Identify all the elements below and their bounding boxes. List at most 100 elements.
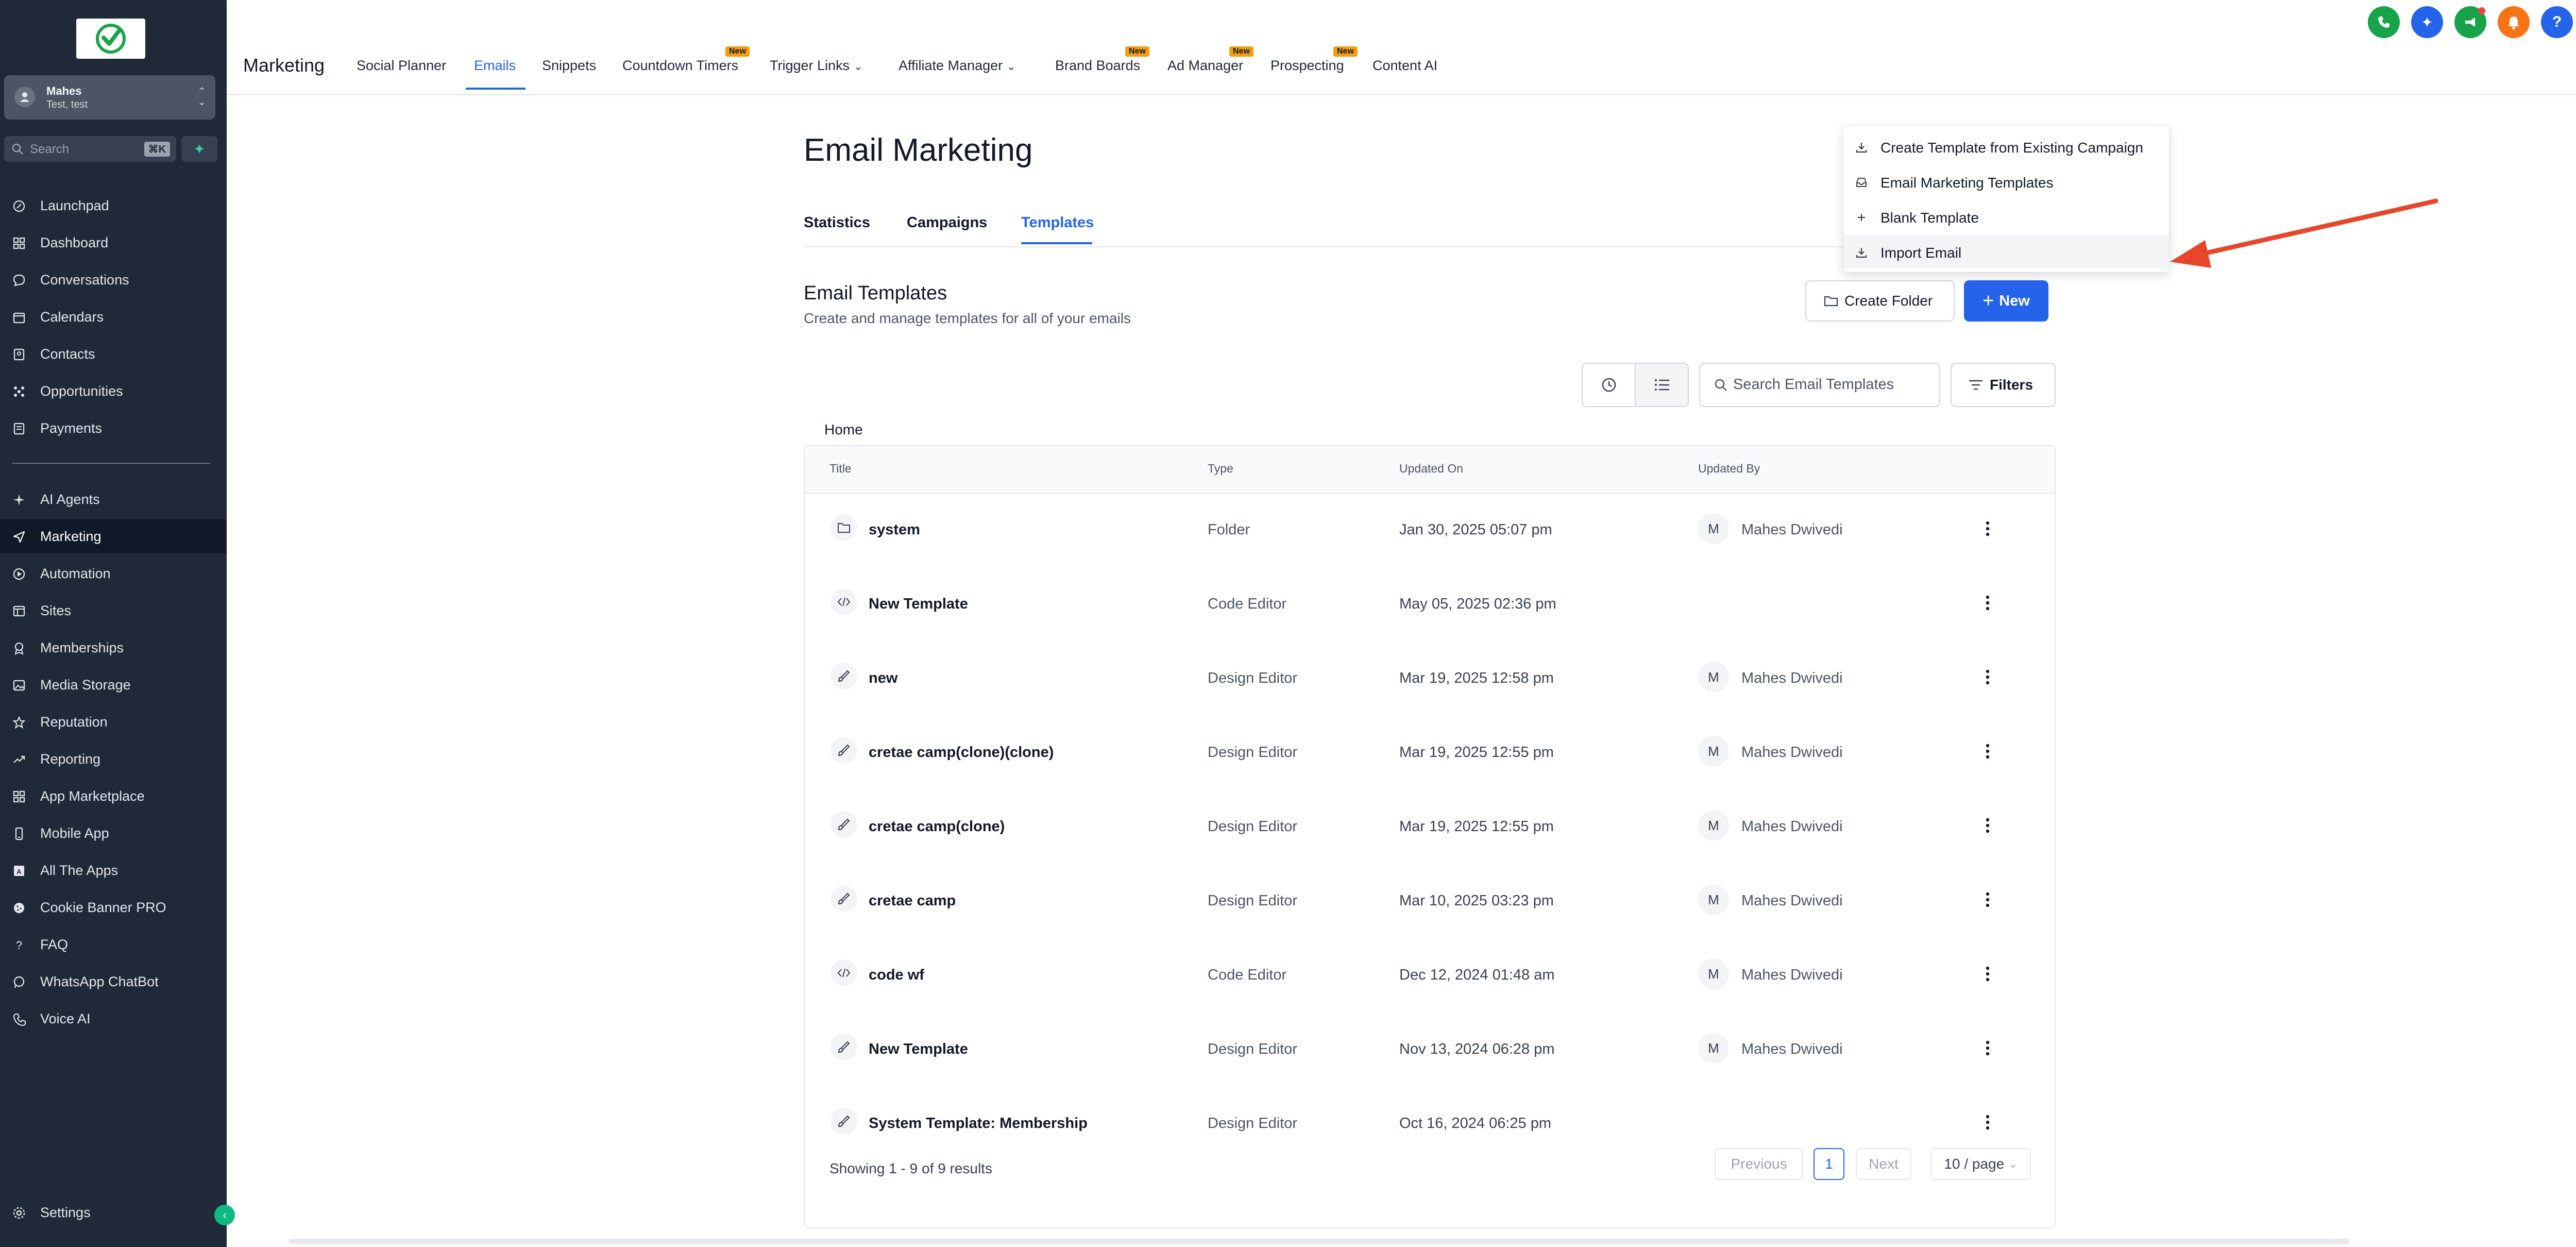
sidebar-item-settings[interactable]: Settings bbox=[0, 1195, 227, 1229]
column-updated-on[interactable]: Updated On bbox=[1399, 462, 1463, 476]
more-vertical-icon[interactable] bbox=[1977, 1111, 1998, 1134]
row-title[interactable]: cretae camp(clone) bbox=[869, 818, 1005, 835]
ai-assistant-button[interactable]: ✦ bbox=[2411, 6, 2443, 38]
sidebar-item-media-storage[interactable]: Media Storage bbox=[0, 668, 227, 702]
more-vertical-icon[interactable] bbox=[1977, 666, 1998, 688]
nav-countdown-timers[interactable]: Countdown Timers bbox=[622, 58, 738, 74]
row-title[interactable]: new bbox=[869, 670, 897, 687]
nav-emails[interactable]: Emails bbox=[474, 58, 516, 74]
sidebar-item-app-marketplace[interactable]: App Marketplace bbox=[0, 779, 227, 813]
template-search-input[interactable]: Search Email Templates bbox=[1699, 363, 1940, 407]
sidebar-item-conversations[interactable]: Conversations bbox=[0, 263, 227, 297]
row-title[interactable]: New Template bbox=[869, 596, 968, 613]
list-view-button[interactable] bbox=[1635, 364, 1688, 406]
more-vertical-icon[interactable] bbox=[1977, 1037, 1998, 1059]
sidebar-item-faq[interactable]: ? FAQ bbox=[0, 928, 227, 962]
row-title[interactable]: code wf bbox=[869, 967, 924, 984]
new-template-dropdown: Create Template from Existing Campaign E… bbox=[1843, 126, 2169, 272]
nav-social-planner[interactable]: Social Planner bbox=[357, 58, 446, 74]
table-row[interactable]: system Folder Jan 30, 2025 05:07 pm M Mah… bbox=[805, 494, 2055, 569]
tab-campaigns[interactable]: Campaigns bbox=[907, 214, 987, 231]
sidebar-search-placeholder: Search bbox=[30, 142, 70, 156]
table-row[interactable]: code wf Code Editor Dec 12, 2024 01:48 a… bbox=[805, 939, 2055, 1014]
company-logo[interactable] bbox=[76, 19, 145, 59]
dropdown-blank-template[interactable]: Blank Template bbox=[1843, 200, 2169, 234]
more-vertical-icon[interactable] bbox=[1977, 592, 1998, 614]
dropdown-import-email[interactable]: Import Email bbox=[1843, 235, 2169, 269]
sidebar-item-label: All The Apps bbox=[40, 862, 118, 878]
sidebar-item-dashboard[interactable]: Dashboard bbox=[0, 226, 227, 260]
announcements-button[interactable] bbox=[2454, 6, 2486, 38]
table-row[interactable]: new Design Editor Mar 19, 2025 12:58 pm M… bbox=[805, 642, 2055, 717]
help-button[interactable]: ? bbox=[2541, 6, 2573, 38]
account-switcher[interactable]: Mahes Test, test ⌃ ⌄ bbox=[4, 75, 215, 120]
page-number-button[interactable]: 1 bbox=[1814, 1148, 1844, 1180]
ai-sparkle-button[interactable]: ✦ bbox=[181, 136, 217, 162]
create-folder-button[interactable]: Create Folder bbox=[1805, 280, 1955, 322]
nav-ad-manager[interactable]: Ad Manager bbox=[1167, 58, 1243, 74]
sidebar-item-sites[interactable]: Sites bbox=[0, 594, 227, 628]
row-title[interactable]: New Template bbox=[869, 1041, 968, 1058]
folder-icon bbox=[1824, 296, 1838, 307]
tab-templates[interactable]: Templates bbox=[1021, 214, 1094, 231]
sidebar-item-launchpad[interactable]: Launchpad bbox=[0, 189, 227, 223]
new-button[interactable]: + New bbox=[1964, 280, 2048, 322]
previous-page-button[interactable]: Previous bbox=[1715, 1148, 1803, 1180]
sidebar-item-reputation[interactable]: Reputation bbox=[0, 705, 227, 739]
breadcrumb[interactable]: Home bbox=[824, 422, 863, 438]
sidebar-item-label: Dashboard bbox=[40, 234, 109, 250]
table-row[interactable]: New Template Code Editor May 05, 2025 02… bbox=[805, 568, 2055, 643]
sidebar-item-all-the-apps[interactable]: A All The Apps bbox=[0, 853, 227, 887]
table-row[interactable]: New Template Design Editor Nov 13, 2024 … bbox=[805, 1013, 2055, 1088]
sidebar-search-input[interactable]: Search ⌘K bbox=[4, 136, 176, 162]
more-vertical-icon[interactable] bbox=[1977, 888, 1998, 911]
row-title[interactable]: System Template: Membership bbox=[869, 1115, 1088, 1132]
sidebar-item-marketing[interactable]: Marketing bbox=[0, 519, 227, 553]
more-vertical-icon[interactable] bbox=[1977, 963, 1998, 985]
table-row[interactable]: cretae camp Design Editor Mar 10, 2025 0… bbox=[805, 865, 2055, 940]
recent-view-button[interactable] bbox=[1583, 364, 1635, 406]
sidebar-item-mobile-app[interactable]: Mobile App bbox=[0, 816, 227, 850]
nav-prospecting[interactable]: Prospecting bbox=[1270, 58, 1344, 74]
dropdown-item-label: Email Marketing Templates bbox=[1880, 175, 2054, 191]
sidebar-item-ai-agents[interactable]: AI Agents bbox=[0, 482, 227, 516]
nav-snippets[interactable]: Snippets bbox=[542, 58, 596, 74]
row-title[interactable]: cretae camp bbox=[869, 892, 956, 909]
nav-affiliate-manager[interactable]: Affiliate Manager ⌄ bbox=[899, 58, 1016, 74]
download-icon bbox=[1855, 141, 1868, 154]
sidebar-item-memberships[interactable]: Memberships bbox=[0, 631, 227, 665]
table-row[interactable]: cretae camp(clone)(clone) Design Editor … bbox=[805, 716, 2055, 791]
sidebar-collapse-button[interactable]: ‹ bbox=[214, 1205, 235, 1225]
nav-content-ai[interactable]: Content AI bbox=[1372, 58, 1437, 74]
row-title[interactable]: cretae camp(clone)(clone) bbox=[869, 744, 1054, 761]
more-vertical-icon[interactable] bbox=[1977, 740, 1998, 763]
folder-icon bbox=[831, 514, 857, 541]
column-updated-by[interactable]: Updated By bbox=[1698, 462, 1760, 476]
notifications-button[interactable] bbox=[2498, 6, 2530, 38]
nav-brand-boards[interactable]: Brand Boards bbox=[1055, 58, 1140, 74]
next-page-button[interactable]: Next bbox=[1856, 1148, 1911, 1180]
table-row[interactable]: cretae camp(clone) Design Editor Mar 19,… bbox=[805, 790, 2055, 866]
sidebar-item-calendars[interactable]: Calendars bbox=[0, 300, 227, 334]
dropdown-email-marketing-templates[interactable]: Email Marketing Templates bbox=[1843, 165, 2169, 199]
sidebar-item-voice-ai[interactable]: Voice AI bbox=[0, 1002, 227, 1036]
dropdown-create-from-campaign[interactable]: Create Template from Existing Campaign bbox=[1843, 130, 2169, 164]
row-title[interactable]: system bbox=[869, 521, 920, 538]
column-type[interactable]: Type bbox=[1208, 462, 1233, 476]
more-vertical-icon[interactable] bbox=[1977, 517, 1998, 540]
sidebar-item-opportunities[interactable]: Opportunities bbox=[0, 374, 227, 408]
sidebar-item-automation[interactable]: Automation bbox=[0, 557, 227, 591]
filters-button[interactable]: Filters bbox=[1951, 363, 2056, 407]
sidebar-item-payments[interactable]: Payments bbox=[0, 411, 227, 445]
sidebar-item-contacts[interactable]: Contacts bbox=[0, 337, 227, 371]
tab-statistics[interactable]: Statistics bbox=[804, 214, 870, 231]
sidebar-item-cookie-banner-pro[interactable]: Cookie Banner PRO bbox=[0, 890, 227, 924]
horizontal-scrollbar[interactable] bbox=[289, 1239, 2349, 1244]
nav-trigger-links[interactable]: Trigger Links ⌄ bbox=[770, 58, 863, 74]
more-vertical-icon[interactable] bbox=[1977, 814, 1998, 837]
sidebar-item-reporting[interactable]: Reporting bbox=[0, 742, 227, 776]
page-size-select[interactable]: 10 / page ⌄ bbox=[1931, 1148, 2031, 1180]
phone-call-button[interactable] bbox=[2368, 6, 2400, 38]
column-title[interactable]: Title bbox=[829, 462, 852, 476]
sidebar-item-whatsapp-chatbot[interactable]: WhatsApp ChatBot bbox=[0, 965, 227, 999]
